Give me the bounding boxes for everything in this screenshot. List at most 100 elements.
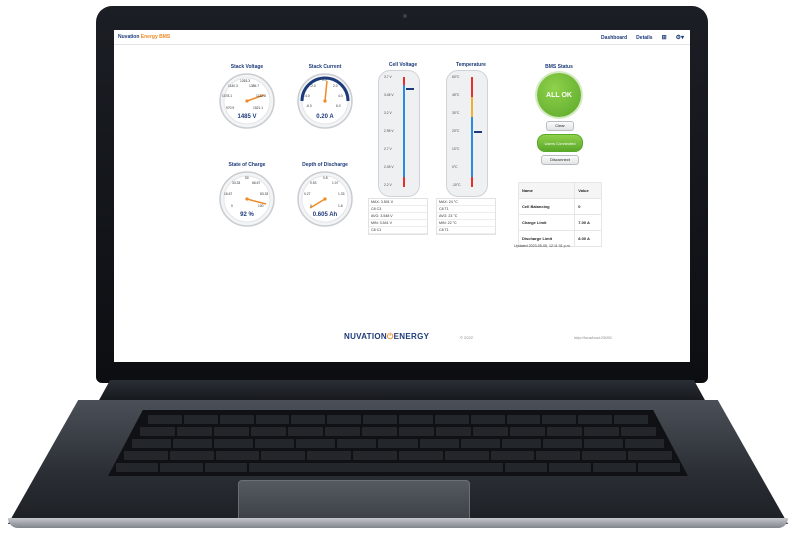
table-row: Cell Balancing 0	[517, 198, 602, 215]
key-row	[148, 415, 649, 424]
power-icon: ⏻	[387, 332, 394, 341]
gauge-tick: -6.0	[306, 104, 312, 108]
bar-high-zone	[471, 77, 473, 97]
brand-accent: Energy BMS	[140, 34, 171, 40]
footer-copyright: © 2022	[460, 335, 473, 340]
footer-url: http://localhost:25001	[574, 335, 613, 340]
state-of-charge-value: 92 %	[240, 212, 254, 218]
bar-tick: 0°C	[452, 165, 458, 169]
disconnect-button[interactable]: Disconnect	[541, 155, 579, 165]
bar-tick: 2.95 V	[384, 129, 394, 133]
gauge-tick: 0.27	[304, 192, 311, 196]
state-of-charge-title: State of Charge	[228, 162, 266, 168]
bar-tick: -10°C	[452, 183, 461, 187]
bar-low-zone	[403, 177, 405, 187]
temperature-bar: 60°C 45°C 30°C 20°C 10°C 0°C -10°C	[446, 70, 488, 197]
gauge-tick: 970.9	[226, 106, 235, 110]
footer-logo-right: ENERGY	[393, 332, 430, 341]
gauge-tick: 1078.1	[222, 94, 233, 98]
cell-voltage-marker	[406, 88, 414, 90]
table-cell-name: Cell Balancing	[517, 198, 576, 215]
temperature-title: Temperature	[456, 62, 486, 68]
footer-logo: NUVATION⏻ENERGY	[344, 332, 429, 342]
table-header: Value	[574, 182, 602, 199]
stat-line: MAX: 3.501 V	[369, 199, 427, 206]
gauge-tick: 2.0	[333, 84, 338, 88]
bar-tick: 3.2 V	[384, 111, 392, 115]
laptop-screen: Nuvation Energy BMS Dashboard Details ⊞ …	[114, 30, 690, 362]
stat-line: MAX: 24 °C	[437, 199, 495, 206]
bar-tick: 10°C	[452, 147, 460, 151]
gauge-tick: 66.67	[252, 181, 261, 185]
updated-timestamp: Updated 2023-05-05, 12:11:31 p.m.	[514, 244, 571, 248]
table-header: Name	[517, 182, 576, 199]
stack-current-value: 0.20 A	[316, 114, 334, 120]
key-row	[132, 439, 665, 448]
temperature-stats: MAX: 24 °C C8 T1 AVG: 23 °C MIN: 22 °C C…	[436, 198, 496, 235]
stack-current-title: Stack Current	[308, 64, 342, 70]
table-cell-name: Charge Limit	[517, 214, 576, 231]
bar-tick: 30°C	[452, 111, 460, 115]
brand-primary: Nuvation	[118, 34, 140, 40]
gauge-tick: 1140.3	[228, 84, 238, 88]
key-row	[140, 427, 656, 436]
main-nav: Dashboard Details ⊞ ⚙▾	[601, 34, 684, 42]
state-of-charge-gauge: 50 33.33 66.67 16.67 83.33 0 100 92 %	[218, 170, 276, 228]
stat-line: MIN: 3.541 V	[369, 220, 427, 227]
table-cell-value: 7.00 A	[574, 214, 602, 231]
stat-line: AVG: 23 °C	[437, 213, 495, 220]
touchpad	[238, 480, 470, 522]
gauge-tick: 50	[245, 176, 249, 180]
table-header-row: Name Value	[517, 182, 602, 199]
stack-current-gauge: 0.0 -2.0 2.0 -4.0 4.0 -6.0 6.0 0.20 A	[296, 72, 354, 130]
key-row	[124, 451, 672, 460]
brand-logo[interactable]: Nuvation Energy BMS	[118, 34, 170, 40]
gauge-tick: 1132.8	[256, 94, 266, 98]
bar-tick: 20°C	[452, 129, 460, 133]
laptop-hinge	[98, 380, 706, 402]
bar-tick: 2.7 V	[384, 147, 392, 151]
bar-warn-zone	[471, 97, 473, 117]
gauge-tick: 0	[310, 204, 312, 208]
table-cell-value: 0	[574, 198, 602, 215]
nav-dashboard[interactable]: Dashboard	[601, 35, 627, 41]
gauge-tick: 0.53	[310, 181, 317, 185]
bar-tick: 3.45 V	[384, 93, 394, 97]
depth-of-discharge-value: 0.605 Ah	[312, 212, 338, 218]
laptop-front-edge	[8, 518, 788, 528]
depth-of-discharge-gauge: 0.8 0.53 1.07 0.27 1.33 0 1.6 0.605 Ah	[296, 170, 354, 228]
gauge-tick: 0.0	[322, 78, 327, 82]
key-row	[116, 463, 681, 472]
bms-info-table: Name Value Cell Balancing 0 Charge Limit…	[517, 182, 602, 247]
webcam	[403, 14, 407, 18]
users-connected-button[interactable]: Users Connected	[537, 134, 583, 152]
gauge-tick: 16.67	[224, 192, 233, 196]
bar-tick: 3.7 V	[384, 75, 392, 79]
bar-tick: 2.2 V	[384, 183, 392, 187]
gauge-tick: 1263.3	[240, 79, 251, 83]
keyboard	[108, 410, 688, 476]
nav-details[interactable]: Details	[636, 35, 652, 41]
gauge-tick: -4.0	[304, 94, 310, 98]
bar-low-zone	[471, 177, 473, 187]
cell-voltage-title: Cell Voltage	[388, 62, 418, 68]
gear-icon[interactable]: ⚙▾	[676, 34, 684, 41]
gauge-tick: 0	[231, 204, 233, 208]
stat-line: C8 C1	[369, 227, 427, 234]
gauge-tick: 1.6	[338, 204, 343, 208]
stat-line: AVG: 3.548 V	[369, 213, 427, 220]
stack-voltage-gauge: 1263.3 1140.3 1386.7 1078.1 1132.8 970.9…	[218, 72, 276, 130]
stack-voltage-title: Stack Voltage	[230, 64, 264, 70]
status-badge: ALL OK	[537, 73, 581, 117]
stat-line: C8 C3	[369, 206, 427, 213]
clear-button[interactable]: Clear	[546, 121, 574, 131]
bar-tick: 2.45 V	[384, 165, 394, 169]
network-icon[interactable]: ⊞	[662, 34, 667, 41]
stat-line: MIN: 22 °C	[437, 220, 495, 227]
gauge-tick: 100	[258, 204, 264, 208]
bar-high-zone	[403, 77, 405, 85]
gauge-tick: 0.8	[323, 176, 328, 180]
gauge-tick: 83.33	[260, 192, 269, 196]
depth-of-discharge-title: Depth of Discharge	[302, 162, 348, 168]
stat-line: C8 T1	[437, 227, 495, 234]
